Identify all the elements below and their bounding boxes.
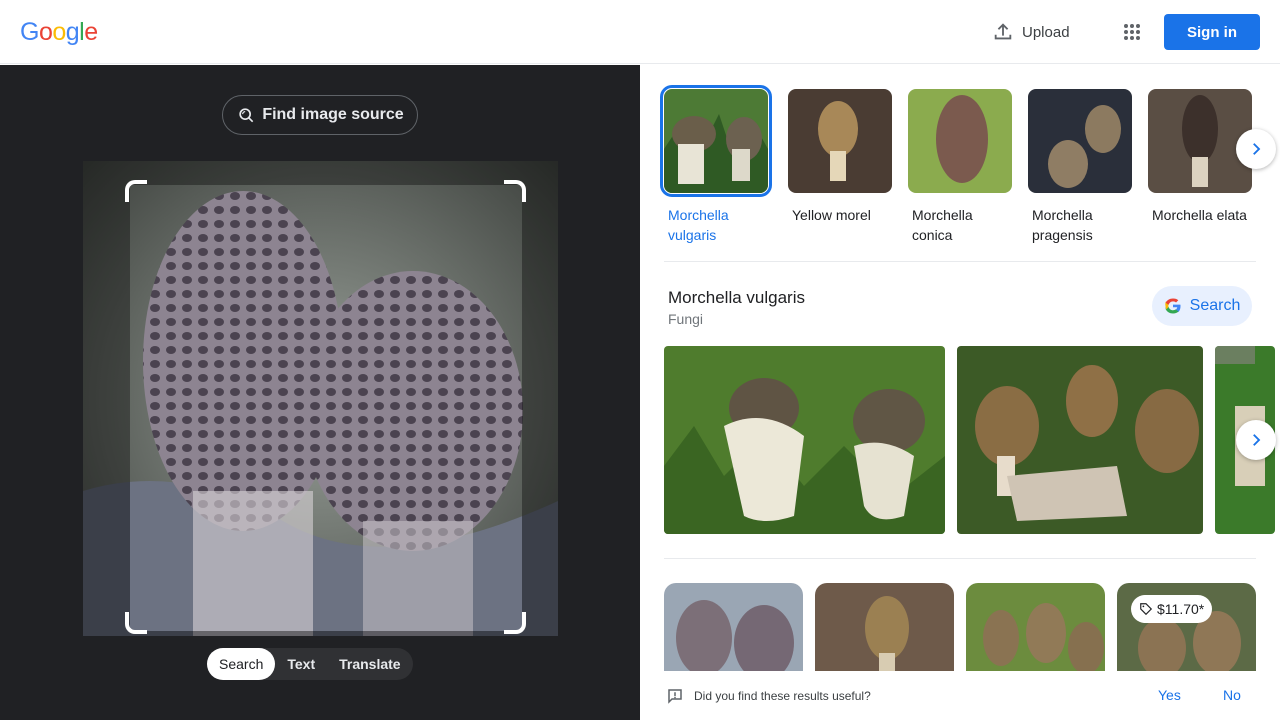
feedback-question: Did you find these results useful?	[694, 689, 871, 703]
crop-handle-bottom-right[interactable]	[504, 612, 526, 634]
visual-match-image[interactable]	[664, 583, 803, 683]
mode-search-tab[interactable]: Search	[207, 648, 276, 680]
result-image[interactable]	[957, 346, 1203, 534]
price-tag-icon	[1140, 603, 1153, 616]
divider	[664, 558, 1256, 559]
entity-label: Morchella conica	[912, 207, 973, 243]
visual-match-image[interactable]: $11.70*	[1117, 583, 1256, 683]
result-image[interactable]	[664, 346, 945, 534]
knowledge-title: Morchella vulgaris	[668, 288, 805, 307]
google-logo[interactable]: Google	[20, 18, 98, 47]
chevron-right-icon	[1253, 434, 1261, 446]
google-g-icon	[1164, 298, 1181, 314]
crop-handle-top-right[interactable]	[504, 180, 526, 202]
knowledge-search-button[interactable]: Search	[1152, 286, 1252, 326]
price-badge: $11.70*	[1131, 595, 1213, 623]
entity-thumbnail	[908, 89, 1012, 193]
find-image-source-label: Find image source	[262, 106, 404, 123]
mode-switcher: Search Text Translate	[207, 648, 413, 680]
chips-next-button[interactable]	[1236, 129, 1276, 169]
upload-label: Upload	[1022, 23, 1070, 41]
entity-chip[interactable]: Morchella pragensis	[1028, 89, 1132, 245]
feedback-bar: Did you find these results useful? Yes N…	[640, 671, 1280, 720]
apps-grid-icon[interactable]	[1120, 20, 1144, 44]
divider	[664, 261, 1256, 262]
chevron-right-icon	[1253, 143, 1261, 155]
knowledge-search-label: Search	[1189, 297, 1241, 314]
entity-thumbnail	[788, 89, 892, 193]
mode-translate-tab[interactable]: Translate	[327, 648, 412, 680]
mode-text-tab[interactable]: Text	[275, 648, 327, 680]
feedback-no-button[interactable]: No	[1223, 687, 1241, 703]
entity-label: Yellow morel	[792, 207, 871, 223]
upload-button[interactable]: Upload	[992, 20, 1070, 44]
entity-chip[interactable]: Morchella conica	[908, 89, 1012, 245]
images-next-button[interactable]	[1236, 420, 1276, 460]
image-search-icon	[239, 108, 254, 123]
entity-thumbnail	[660, 85, 772, 197]
entity-label: Morchella vulgaris	[668, 207, 729, 243]
logo-letter-o2: o	[52, 18, 66, 46]
query-image-pane: Find image source Search Text Translate	[0, 65, 640, 720]
logo-letter-g2: g	[65, 18, 80, 46]
entity-chip[interactable]: Yellow morel	[788, 89, 892, 225]
entity-label: Morchella elata	[1152, 207, 1247, 223]
entity-thumbnail	[1028, 89, 1132, 193]
entity-chip[interactable]: Morchella vulgaris	[660, 85, 772, 245]
results-pane: Morchella vulgaris Yellow morel Morchell…	[640, 65, 1280, 720]
price-label: $11.70*	[1157, 601, 1205, 617]
logo-letter-e: e	[84, 18, 98, 46]
top-bar: Google Upload Sign in	[0, 0, 1280, 64]
feedback-icon	[668, 689, 682, 704]
find-image-source-button[interactable]: Find image source	[222, 95, 418, 135]
visual-match-image[interactable]	[966, 583, 1105, 683]
entity-label: Morchella pragensis	[1032, 207, 1093, 243]
logo-letter-o1: o	[38, 18, 53, 46]
query-image	[83, 161, 558, 636]
knowledge-subtitle: Fungi	[668, 311, 704, 327]
crop-handle-top-left[interactable]	[125, 180, 147, 202]
crop-handle-bottom-left[interactable]	[125, 612, 147, 634]
entity-chips-row: Morchella vulgaris Yellow morel Morchell…	[660, 85, 1264, 249]
sign-in-button[interactable]: Sign in	[1164, 14, 1260, 50]
visual-match-image[interactable]	[815, 583, 954, 683]
feedback-yes-button[interactable]: Yes	[1158, 687, 1181, 703]
upload-icon	[994, 23, 1012, 40]
logo-letter-g: G	[20, 18, 39, 46]
entity-chip[interactable]: Morchella elata	[1148, 89, 1252, 225]
crop-region[interactable]	[130, 185, 522, 631]
